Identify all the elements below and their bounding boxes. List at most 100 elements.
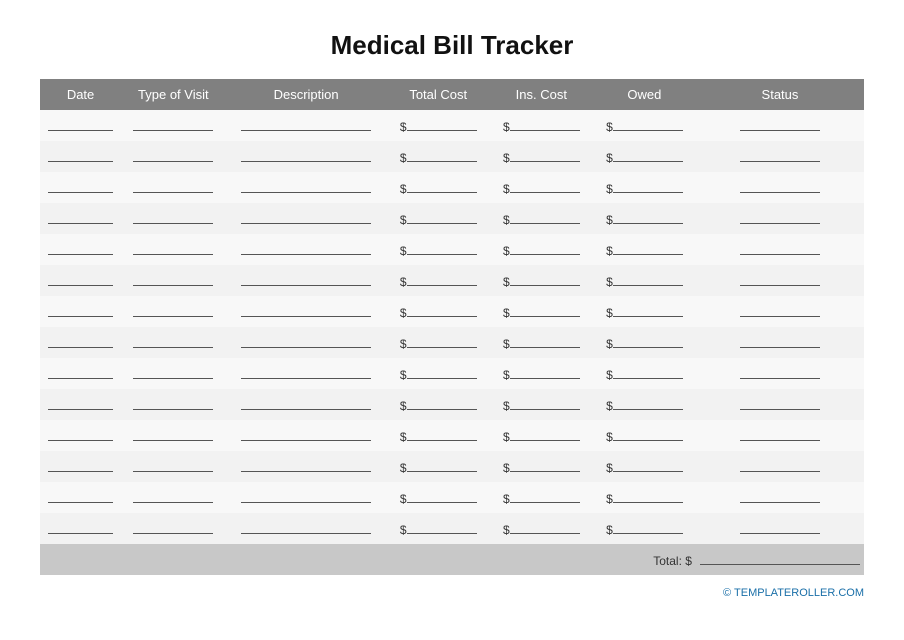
owed-field[interactable] [613, 117, 683, 131]
date-field[interactable] [48, 148, 113, 162]
status-field[interactable] [740, 520, 820, 534]
visit-field[interactable] [133, 365, 213, 379]
ins-cost-field[interactable] [510, 365, 580, 379]
total-cost-field[interactable] [407, 520, 477, 534]
desc-field[interactable] [241, 117, 371, 131]
visit-field[interactable] [133, 334, 213, 348]
total-underline-field[interactable] [700, 551, 860, 565]
ins-cost-field[interactable] [510, 520, 580, 534]
owed-field[interactable] [613, 272, 683, 286]
status-field[interactable] [740, 334, 820, 348]
desc-field[interactable] [241, 272, 371, 286]
desc-field[interactable] [241, 210, 371, 224]
desc-field[interactable] [241, 458, 371, 472]
visit-field[interactable] [133, 179, 213, 193]
status-field[interactable] [740, 489, 820, 503]
owed-field[interactable] [613, 520, 683, 534]
total-cost-field[interactable] [407, 365, 477, 379]
ins-cost-field[interactable] [510, 427, 580, 441]
total-cost-field[interactable] [407, 427, 477, 441]
desc-field[interactable] [241, 365, 371, 379]
visit-field[interactable] [133, 458, 213, 472]
owed-field[interactable] [613, 365, 683, 379]
status-field[interactable] [740, 210, 820, 224]
owed-field[interactable] [613, 241, 683, 255]
ins-cost-field[interactable] [510, 241, 580, 255]
status-field[interactable] [740, 396, 820, 410]
visit-field[interactable] [133, 117, 213, 131]
ins-cost-field[interactable] [510, 396, 580, 410]
owed-field[interactable] [613, 148, 683, 162]
ins-cost-field[interactable] [510, 334, 580, 348]
total-cost-field[interactable] [407, 396, 477, 410]
total-cost-field[interactable] [407, 117, 477, 131]
status-field[interactable] [740, 303, 820, 317]
status-field[interactable] [740, 365, 820, 379]
desc-field[interactable] [241, 427, 371, 441]
ins-cost-field[interactable] [510, 458, 580, 472]
visit-field[interactable] [133, 489, 213, 503]
total-cost-field[interactable] [407, 179, 477, 193]
owed-field[interactable] [613, 427, 683, 441]
date-field[interactable] [48, 427, 113, 441]
total-cost-field[interactable] [407, 489, 477, 503]
ins-cost-field[interactable] [510, 210, 580, 224]
desc-field[interactable] [241, 489, 371, 503]
owed-field[interactable] [613, 489, 683, 503]
visit-field[interactable] [133, 272, 213, 286]
total-cost-field[interactable] [407, 241, 477, 255]
date-field[interactable] [48, 117, 113, 131]
visit-field[interactable] [133, 520, 213, 534]
desc-field[interactable] [241, 148, 371, 162]
total-cost-field[interactable] [407, 334, 477, 348]
visit-field[interactable] [133, 210, 213, 224]
ins-cost-field[interactable] [510, 303, 580, 317]
status-field[interactable] [740, 117, 820, 131]
owed-field[interactable] [613, 303, 683, 317]
owed-field[interactable] [613, 210, 683, 224]
total-cost-field[interactable] [407, 148, 477, 162]
owed-field[interactable] [613, 396, 683, 410]
owed-field[interactable] [613, 334, 683, 348]
date-field[interactable] [48, 210, 113, 224]
date-field[interactable] [48, 334, 113, 348]
status-field[interactable] [740, 179, 820, 193]
desc-field[interactable] [241, 334, 371, 348]
status-field[interactable] [740, 272, 820, 286]
visit-field[interactable] [133, 148, 213, 162]
status-field[interactable] [740, 241, 820, 255]
date-field[interactable] [48, 241, 113, 255]
total-cost-field[interactable] [407, 210, 477, 224]
status-field[interactable] [740, 458, 820, 472]
owed-field[interactable] [613, 179, 683, 193]
visit-field[interactable] [133, 427, 213, 441]
visit-field[interactable] [133, 396, 213, 410]
date-field[interactable] [48, 458, 113, 472]
desc-field[interactable] [241, 241, 371, 255]
visit-field[interactable] [133, 303, 213, 317]
date-field[interactable] [48, 396, 113, 410]
total-cost-field[interactable] [407, 303, 477, 317]
desc-field[interactable] [241, 520, 371, 534]
ins-cost-field[interactable] [510, 272, 580, 286]
date-field[interactable] [48, 179, 113, 193]
status-field[interactable] [740, 148, 820, 162]
ins-cost-field[interactable] [510, 148, 580, 162]
status-field[interactable] [740, 427, 820, 441]
ins-cost-field[interactable] [510, 117, 580, 131]
date-field[interactable] [48, 303, 113, 317]
visit-field[interactable] [133, 241, 213, 255]
desc-field[interactable] [241, 179, 371, 193]
desc-field[interactable] [241, 303, 371, 317]
desc-field[interactable] [241, 396, 371, 410]
ins-cost-field[interactable] [510, 179, 580, 193]
total-cost-field[interactable] [407, 458, 477, 472]
owed-field[interactable] [613, 458, 683, 472]
status-cell [696, 482, 864, 513]
date-field[interactable] [48, 272, 113, 286]
total-cost-field[interactable] [407, 272, 477, 286]
date-field[interactable] [48, 520, 113, 534]
date-field[interactable] [48, 489, 113, 503]
date-field[interactable] [48, 365, 113, 379]
ins-cost-field[interactable] [510, 489, 580, 503]
